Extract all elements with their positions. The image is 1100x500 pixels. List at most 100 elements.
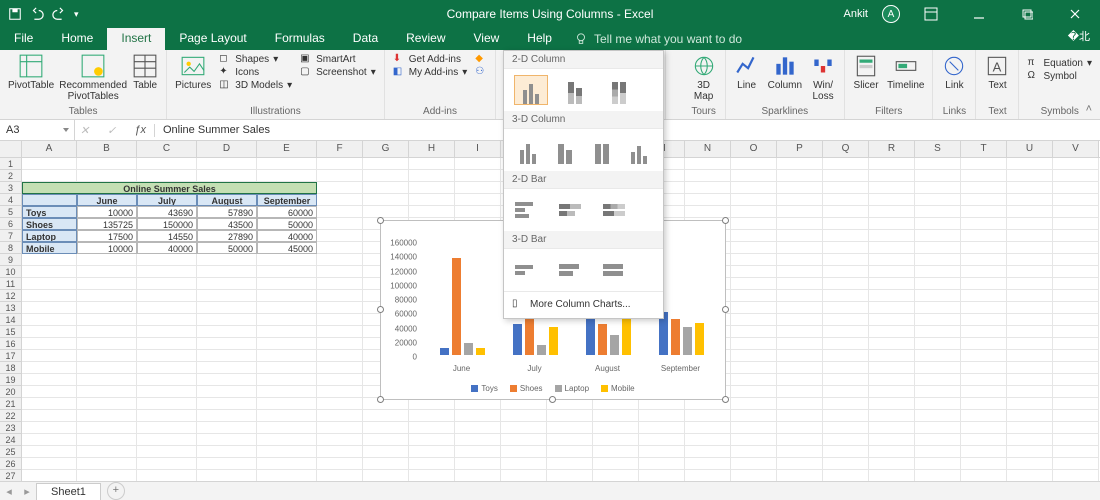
- cell[interactable]: [915, 470, 961, 481]
- cell[interactable]: 45000: [257, 242, 317, 254]
- cell[interactable]: [869, 230, 915, 242]
- cell[interactable]: [823, 362, 869, 374]
- cell[interactable]: [823, 386, 869, 398]
- cell[interactable]: [1007, 182, 1053, 194]
- cell[interactable]: [77, 158, 137, 170]
- fx-icon[interactable]: ƒx: [134, 124, 146, 136]
- cell[interactable]: [77, 470, 137, 481]
- cell[interactable]: [869, 290, 915, 302]
- tab-insert[interactable]: Insert: [107, 28, 165, 50]
- cell[interactable]: [22, 158, 77, 170]
- cell[interactable]: [77, 278, 137, 290]
- cell[interactable]: [777, 446, 823, 458]
- cell[interactable]: [363, 170, 409, 182]
- cell[interactable]: [1053, 242, 1099, 254]
- more-column-charts[interactable]: ▯More Column Charts...: [504, 291, 663, 318]
- cell[interactable]: [961, 182, 1007, 194]
- cell[interactable]: [137, 362, 197, 374]
- cell[interactable]: [257, 422, 317, 434]
- cell[interactable]: [731, 350, 777, 362]
- cell[interactable]: [731, 242, 777, 254]
- cell[interactable]: [257, 398, 317, 410]
- cell[interactable]: [593, 410, 639, 422]
- cell[interactable]: [137, 422, 197, 434]
- cell[interactable]: [731, 338, 777, 350]
- cell[interactable]: [197, 374, 257, 386]
- cell[interactable]: [137, 278, 197, 290]
- cell[interactable]: [777, 266, 823, 278]
- cell[interactable]: [823, 158, 869, 170]
- cell[interactable]: [915, 338, 961, 350]
- cell[interactable]: [823, 470, 869, 481]
- cell[interactable]: [961, 374, 1007, 386]
- cell[interactable]: [22, 410, 77, 422]
- cell[interactable]: [1053, 206, 1099, 218]
- column-header[interactable]: P: [777, 141, 823, 157]
- cell[interactable]: [869, 410, 915, 422]
- cell[interactable]: [1053, 446, 1099, 458]
- cell[interactable]: [823, 422, 869, 434]
- cell[interactable]: [777, 386, 823, 398]
- row-header[interactable]: 21: [0, 398, 22, 410]
- clustered-bar-option[interactable]: [514, 195, 548, 225]
- cell[interactable]: [257, 266, 317, 278]
- cell[interactable]: [1007, 338, 1053, 350]
- row-header[interactable]: 27: [0, 470, 22, 481]
- cell[interactable]: 57890: [197, 206, 257, 218]
- cell[interactable]: [501, 446, 547, 458]
- cell[interactable]: [77, 290, 137, 302]
- screenshot-button[interactable]: ▢Screenshot ▾: [300, 66, 376, 78]
- cell[interactable]: [961, 410, 1007, 422]
- cell[interactable]: [777, 374, 823, 386]
- cell[interactable]: [455, 194, 501, 206]
- cell[interactable]: [915, 422, 961, 434]
- cell[interactable]: [455, 206, 501, 218]
- cell[interactable]: [547, 434, 593, 446]
- cell[interactable]: [731, 302, 777, 314]
- row-header[interactable]: 13: [0, 302, 22, 314]
- cell[interactable]: [869, 338, 915, 350]
- cell[interactable]: [22, 170, 77, 182]
- cell[interactable]: [1007, 350, 1053, 362]
- tab-formulas[interactable]: Formulas: [261, 28, 339, 50]
- cell[interactable]: [77, 302, 137, 314]
- cell[interactable]: [455, 470, 501, 481]
- cell[interactable]: [22, 458, 77, 470]
- row-header[interactable]: 26: [0, 458, 22, 470]
- cell[interactable]: [409, 206, 455, 218]
- cell[interactable]: [363, 458, 409, 470]
- cell[interactable]: [639, 410, 685, 422]
- 3d-column-option[interactable]: [626, 135, 653, 165]
- cell[interactable]: 150000: [137, 218, 197, 230]
- column-header[interactable]: S: [915, 141, 961, 157]
- cell[interactable]: [869, 278, 915, 290]
- cell[interactable]: [685, 182, 731, 194]
- cell[interactable]: [731, 278, 777, 290]
- row-header[interactable]: 3: [0, 182, 22, 194]
- cell[interactable]: [22, 386, 77, 398]
- table-button[interactable]: Table: [132, 53, 158, 91]
- cell[interactable]: [685, 470, 731, 481]
- row-header[interactable]: 4: [0, 194, 22, 206]
- cell[interactable]: [731, 386, 777, 398]
- timeline-button[interactable]: Timeline: [887, 53, 924, 91]
- cell[interactable]: [317, 422, 363, 434]
- cell[interactable]: [777, 470, 823, 481]
- cell[interactable]: Online Summer Sales: [22, 182, 317, 194]
- cell[interactable]: [409, 194, 455, 206]
- cell[interactable]: [1053, 278, 1099, 290]
- cell[interactable]: [257, 290, 317, 302]
- column-header[interactable]: B: [77, 141, 137, 157]
- cell[interactable]: [777, 338, 823, 350]
- cell[interactable]: [1053, 182, 1099, 194]
- cell[interactable]: [1053, 266, 1099, 278]
- cell[interactable]: [22, 266, 77, 278]
- stacked-column-option[interactable]: [558, 75, 592, 105]
- cell[interactable]: [547, 470, 593, 481]
- cell[interactable]: [317, 374, 363, 386]
- cell[interactable]: [1053, 338, 1099, 350]
- cell[interactable]: [777, 434, 823, 446]
- cell[interactable]: [961, 230, 1007, 242]
- cell[interactable]: [137, 350, 197, 362]
- cell[interactable]: Toys: [22, 206, 77, 218]
